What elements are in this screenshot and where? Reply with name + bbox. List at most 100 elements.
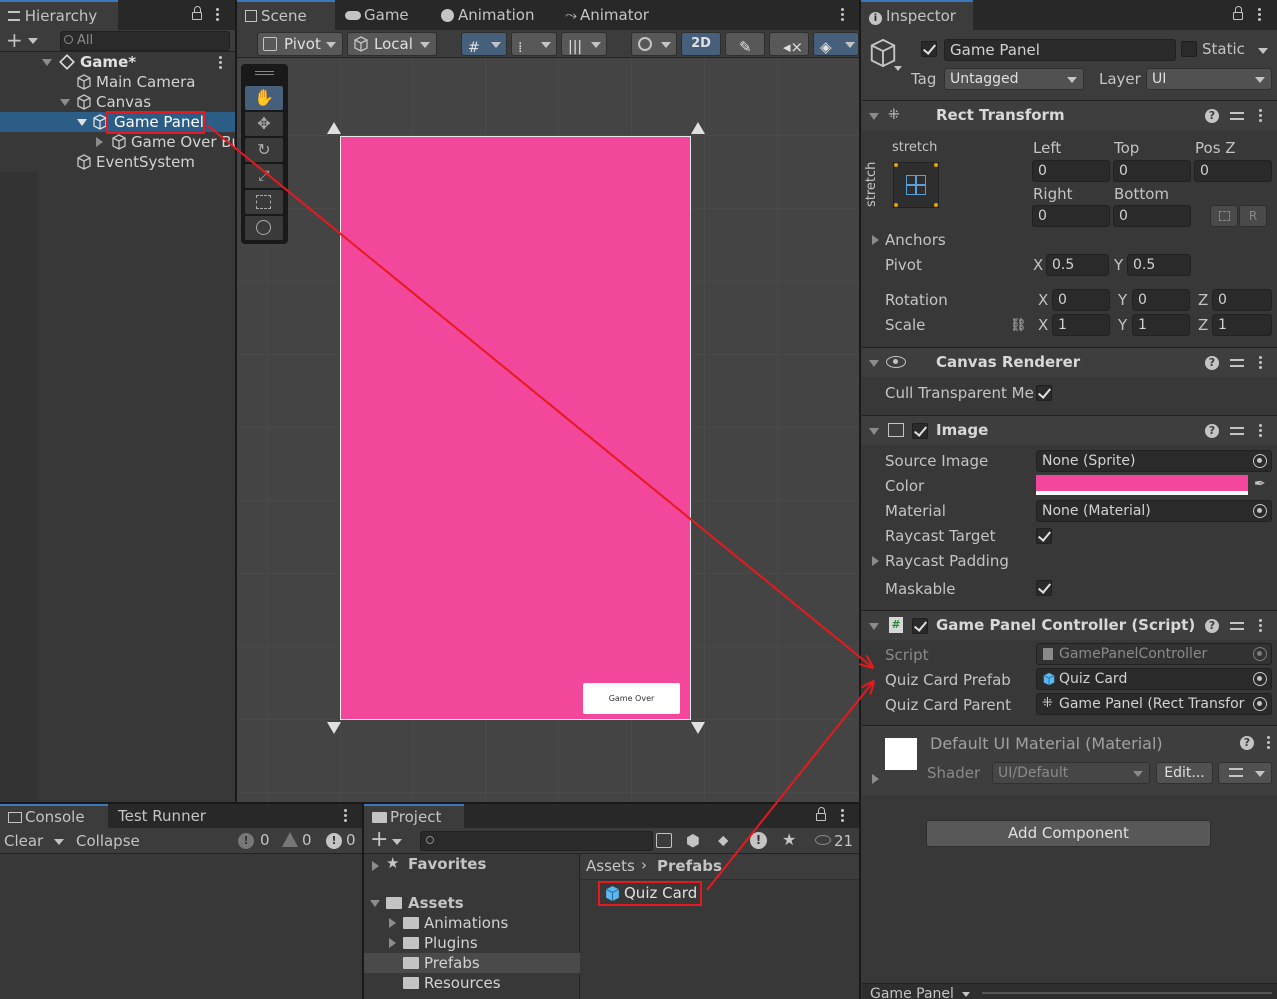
add-component-button[interactable]: Add Component: [926, 820, 1211, 847]
favorites-label[interactable]: Favorites: [408, 855, 486, 873]
color-swatch[interactable]: [1036, 475, 1248, 495]
raw-edit-button[interactable]: R: [1239, 205, 1267, 227]
fold-arrow-icon[interactable]: [869, 113, 879, 120]
hierarchy-item-main-camera[interactable]: Main Camera: [0, 72, 235, 92]
footer-dropdown-icon[interactable]: [962, 992, 970, 997]
left-input[interactable]: 0: [1032, 160, 1110, 182]
anchor-handle[interactable]: [327, 122, 341, 134]
effects-button[interactable]: ◈: [813, 32, 859, 56]
fold-arrow-icon[interactable]: [869, 428, 879, 435]
assets-label[interactable]: Assets: [408, 894, 464, 912]
collapse-button[interactable]: Collapse: [76, 832, 140, 850]
pivot-dropdown[interactable]: Pivot: [257, 32, 343, 56]
shader-dropdown[interactable]: UI/Default: [992, 762, 1150, 784]
anchor-handle[interactable]: [691, 722, 705, 734]
grid-snap-button[interactable]: #: [461, 32, 507, 56]
scale-tool-button[interactable]: ⤢: [245, 164, 283, 188]
error-filter-toggle[interactable]: ! 0: [322, 831, 360, 851]
pivot-x-input[interactable]: 0.5: [1046, 254, 1109, 276]
posz-input[interactable]: 0: [1194, 160, 1272, 182]
hierarchy-item-game-over-button[interactable]: Game Over Bu: [0, 132, 235, 152]
anchor-handle[interactable]: [327, 722, 341, 734]
hierarchy-search-input[interactable]: All: [60, 31, 230, 51]
eyedropper-icon[interactable]: ✒: [1254, 476, 1266, 492]
local-dropdown[interactable]: Local: [347, 32, 437, 56]
raycast-padding-fold-icon[interactable]: [872, 556, 879, 566]
toggle-2d-button[interactable]: 2D: [681, 32, 721, 56]
breadcrumb-assets[interactable]: Assets: [586, 857, 635, 875]
fold-arrow-icon[interactable]: [370, 900, 380, 907]
tab-test-runner[interactable]: Test Runner: [110, 804, 214, 828]
anchors-fold-icon[interactable]: [872, 235, 879, 245]
more-menu-icon[interactable]: [343, 809, 347, 823]
hierarchy-item-eventsystem[interactable]: EventSystem: [0, 152, 235, 172]
object-picker-icon[interactable]: [1253, 504, 1267, 518]
more-menu-icon[interactable]: [840, 8, 844, 22]
game-over-button[interactable]: Game Over: [583, 683, 680, 714]
help-icon[interactable]: ?: [1205, 356, 1219, 370]
presets-icon[interactable]: [1230, 424, 1244, 438]
filter-by-issue-icon[interactable]: !: [750, 832, 767, 849]
material-preview-swatch[interactable]: [885, 738, 917, 770]
breadcrumb-prefabs[interactable]: Prefabs: [657, 857, 722, 875]
bottom-input[interactable]: 0: [1113, 205, 1191, 227]
presets-icon[interactable]: [1230, 619, 1244, 633]
footer-selection-label[interactable]: Game Panel: [870, 986, 954, 999]
more-menu-icon[interactable]: [1257, 8, 1261, 22]
hierarchy-item-canvas[interactable]: Canvas: [0, 92, 235, 112]
add-icon[interactable]: +: [6, 30, 23, 50]
presets-icon[interactable]: [1230, 356, 1244, 370]
tab-console[interactable]: Console: [0, 804, 108, 828]
tab-hierarchy[interactable]: Hierarchy: [0, 0, 118, 30]
help-icon[interactable]: ?: [1205, 619, 1219, 633]
anchor-handle[interactable]: [691, 122, 705, 134]
folder-item-prefabs[interactable]: Prefabs: [364, 953, 580, 973]
component-menu-icon[interactable]: [1258, 356, 1262, 370]
audio-button[interactable]: ◂×: [769, 32, 809, 56]
quiz-card-parent-field[interactable]: ⁜ Game Panel (Rect Transfor: [1036, 693, 1272, 715]
scene-menu-icon[interactable]: [218, 56, 222, 70]
fold-arrow-icon[interactable]: [389, 938, 396, 948]
more-menu-icon[interactable]: [215, 8, 219, 22]
clear-button[interactable]: Clear: [4, 832, 43, 850]
rect-transform-header[interactable]: ⁜ Rect Transform ?: [862, 100, 1277, 130]
object-picker-icon[interactable]: [1253, 697, 1267, 711]
active-checkbox[interactable]: [921, 41, 937, 57]
fold-arrow-icon[interactable]: [77, 119, 87, 126]
layer-dropdown[interactable]: UI: [1146, 68, 1272, 90]
static-checkbox[interactable]: [1181, 41, 1197, 57]
tab-project[interactable]: Project: [364, 804, 464, 828]
hand-tool-button[interactable]: ✋: [245, 86, 283, 110]
image-enabled-checkbox[interactable]: [912, 423, 928, 439]
scale-z-input[interactable]: 1: [1212, 314, 1272, 336]
lock-icon[interactable]: [192, 6, 202, 20]
material-field[interactable]: None (Material): [1036, 500, 1272, 522]
lighting-button[interactable]: ✎: [725, 32, 765, 56]
tag-dropdown[interactable]: Untagged: [944, 68, 1084, 90]
component-menu-icon[interactable]: [1258, 619, 1262, 633]
tab-animator[interactable]: ⤳ Animator: [557, 0, 657, 30]
info-filter-toggle[interactable]: ! 0: [234, 831, 272, 851]
static-dropdown-icon[interactable]: [1258, 48, 1268, 54]
lock-icon[interactable]: [816, 807, 826, 821]
scale-x-input[interactable]: 1: [1052, 314, 1110, 336]
help-icon[interactable]: ?: [1240, 736, 1254, 750]
more-menu-icon[interactable]: [840, 809, 844, 823]
link-scale-icon[interactable]: ⛓: [1010, 318, 1027, 333]
create-icon[interactable]: +: [370, 828, 388, 852]
tab-game[interactable]: Game: [337, 0, 417, 30]
fold-arrow-icon[interactable]: [372, 861, 379, 871]
component-menu-icon[interactable]: [1258, 109, 1262, 123]
rotation-y-input[interactable]: 0: [1132, 289, 1190, 311]
help-icon[interactable]: ?: [1205, 424, 1219, 438]
filter-by-type-icon[interactable]: ⬢: [686, 831, 700, 850]
help-icon[interactable]: ?: [1205, 109, 1219, 123]
component-menu-icon[interactable]: [1258, 424, 1262, 438]
right-input[interactable]: 0: [1032, 205, 1110, 227]
folder-item-resources[interactable]: Resources: [364, 973, 580, 993]
filter-by-label-icon[interactable]: ⬥: [718, 831, 729, 849]
canvas-renderer-header[interactable]: Canvas Renderer ?: [862, 347, 1277, 377]
drag-handle[interactable]: [255, 71, 274, 75]
maskable-checkbox[interactable]: [1036, 580, 1052, 596]
fold-arrow-icon[interactable]: [96, 137, 103, 147]
